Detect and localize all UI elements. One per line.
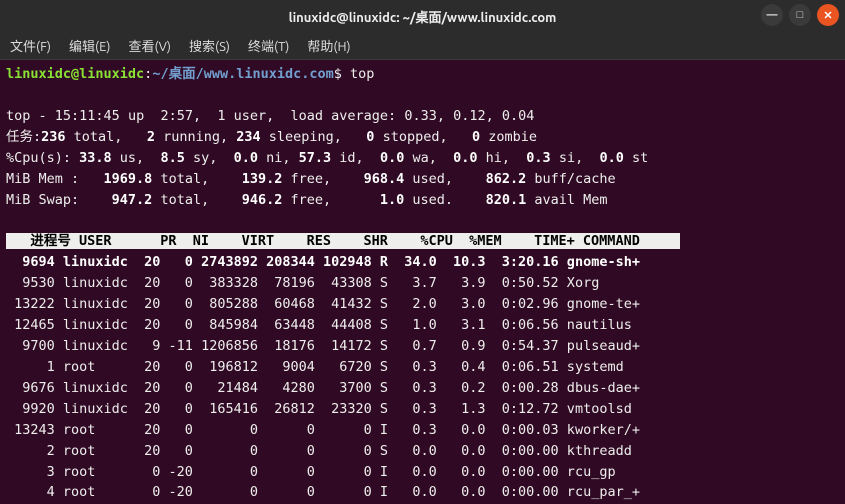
- table-row: 1 root 20 0 196812 9004 6720 S 0.3 0.4 0…: [6, 359, 624, 375]
- menu-edit[interactable]: 编辑(E): [69, 36, 110, 55]
- titlebar[interactable]: linuxidc@linuxidc: ~/桌面/www.linuxidc.com…: [0, 0, 845, 32]
- table-row: 9920 linuxidc 20 0 165416 26812 23320 S …: [6, 401, 632, 417]
- command-input: top: [350, 66, 374, 82]
- window-controls: — □ ✕: [761, 4, 839, 26]
- maximize-icon: □: [797, 9, 804, 21]
- menubar: 文件(F) 编辑(E) 查看(V) 搜索(S) 终端(T) 帮助(H): [0, 32, 845, 60]
- table-row: 9700 linuxidc 9 -11 1206856 18176 14172 …: [6, 338, 640, 354]
- table-row: 9694 linuxidc 20 0 2743892 208344 102948…: [6, 254, 640, 270]
- terminal-window: linuxidc@linuxidc: ~/桌面/www.linuxidc.com…: [0, 0, 845, 504]
- terminal-area[interactable]: linuxidc@linuxidc:~/桌面/www.linuxidc.com$…: [0, 60, 845, 504]
- close-icon: ✕: [823, 9, 832, 22]
- menu-help[interactable]: 帮助(H): [307, 36, 350, 55]
- menu-terminal[interactable]: 终端(T): [248, 36, 289, 55]
- terminal-content: linuxidc@linuxidc:~/桌面/www.linuxidc.com$…: [6, 64, 839, 503]
- table-row: 13243 root 20 0 0 0 0 I 0.3 0.0 0:00.03 …: [6, 422, 640, 438]
- prompt-userhost: linuxidc@linuxidc: [6, 66, 144, 82]
- top-tasks: 任务:236 total, 2 running, 234 sleeping, 0…: [6, 129, 537, 145]
- table-row: 9530 linuxidc 20 0 383328 78196 43308 S …: [6, 275, 599, 291]
- table-row: 9676 linuxidc 20 0 21484 4280 3700 S 0.3…: [6, 380, 640, 396]
- window-title: linuxidc@linuxidc: ~/桌面/www.linuxidc.com: [289, 7, 557, 26]
- table-row: 2 root 20 0 0 0 0 S 0.0 0.0 0:00.00 kthr…: [6, 443, 632, 459]
- table-row: 12465 linuxidc 20 0 845984 63448 44408 S…: [6, 317, 632, 333]
- minimize-button[interactable]: —: [761, 4, 783, 26]
- close-button[interactable]: ✕: [817, 4, 839, 26]
- process-header: 进程号 USER PR NI VIRT RES SHR %CPU %MEM TI…: [6, 233, 680, 249]
- table-row: 4 root 0 -20 0 0 0 I 0.0 0.0 0:00.00 rcu…: [6, 484, 640, 500]
- process-list: 9694 linuxidc 20 0 2743892 208344 102948…: [6, 254, 640, 500]
- top-swap: MiB Swap: 947.2 total, 946.2 free, 1.0 u…: [6, 192, 608, 208]
- prompt-path: ~/桌面/www.linuxidc.com: [152, 66, 333, 82]
- table-row: 13222 linuxidc 20 0 805288 60468 41432 S…: [6, 296, 640, 312]
- top-mem: MiB Mem : 1969.8 total, 139.2 free, 968.…: [6, 171, 616, 187]
- prompt-dollar: $: [334, 66, 342, 82]
- minimize-icon: —: [767, 9, 778, 21]
- top-line1: top - 15:11:45 up 2:57, 1 user, load ave…: [6, 108, 534, 124]
- maximize-button[interactable]: □: [789, 4, 811, 26]
- table-row: 3 root 0 -20 0 0 0 I 0.0 0.0 0:00.00 rcu…: [6, 464, 616, 480]
- menu-file[interactable]: 文件(F): [10, 36, 51, 55]
- top-cpu: %Cpu(s): 33.8 us, 8.5 sy, 0.0 ni, 57.3 i…: [6, 150, 648, 166]
- menu-search[interactable]: 搜索(S): [189, 36, 230, 55]
- menu-view[interactable]: 查看(V): [129, 36, 171, 55]
